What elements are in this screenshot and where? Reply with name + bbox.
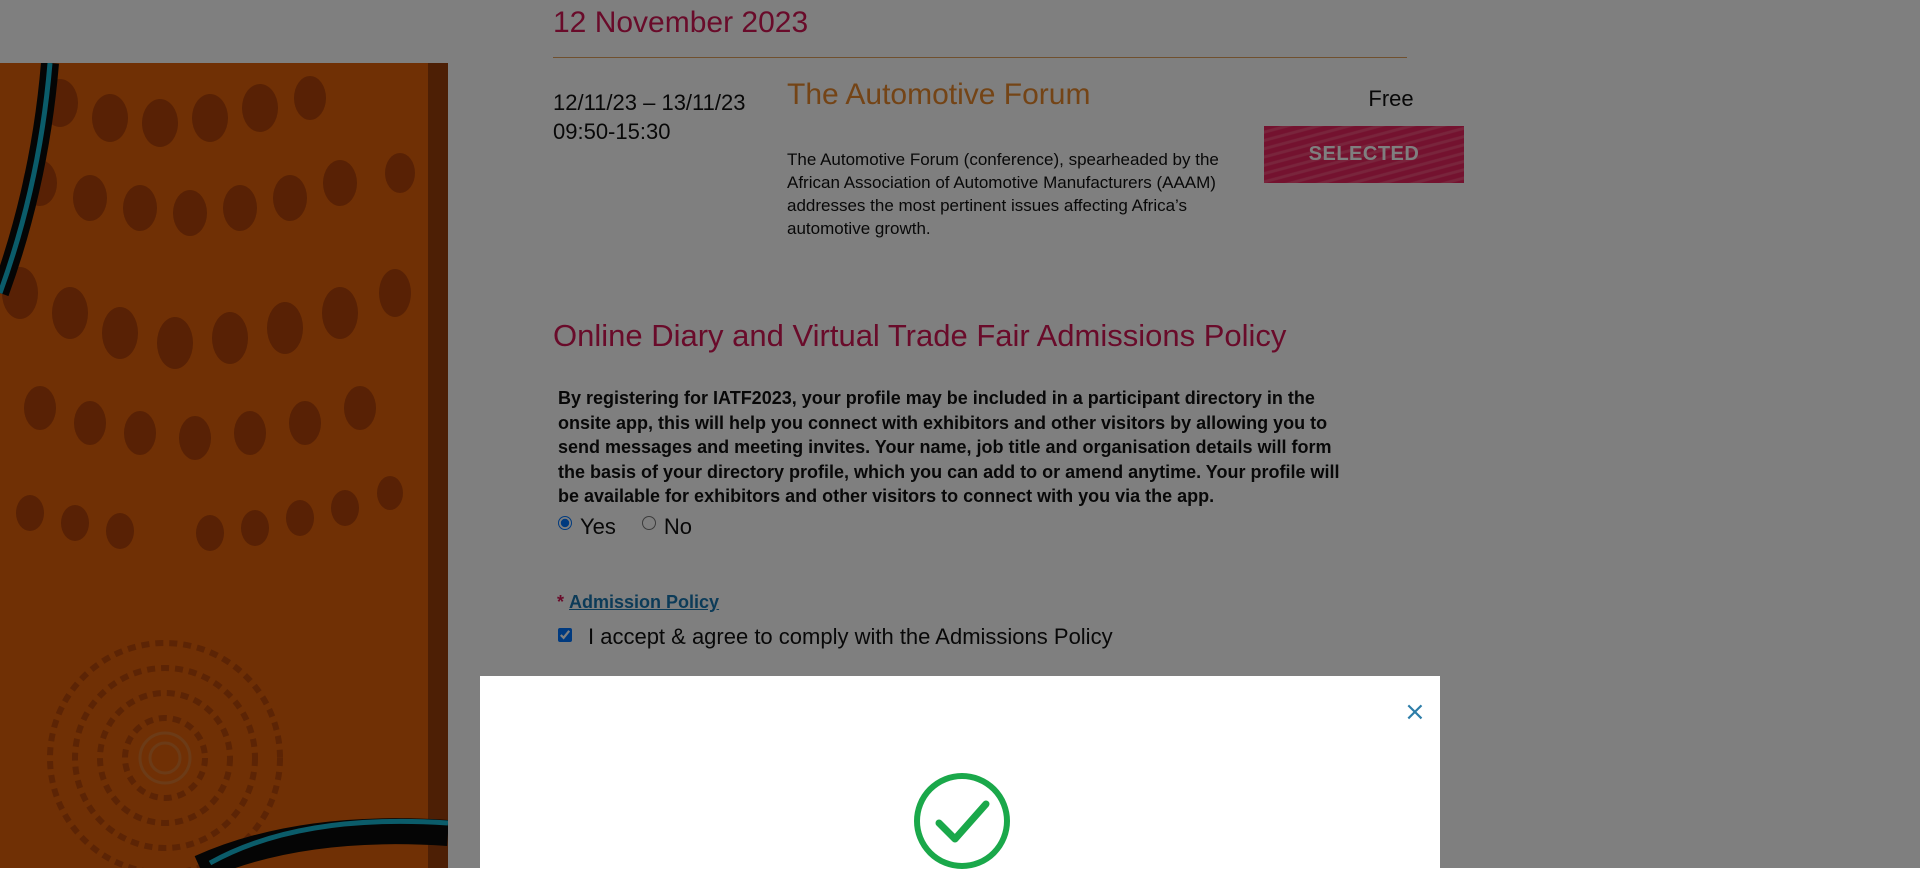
success-modal: × — [480, 676, 1440, 869]
check-circle-icon — [914, 773, 1010, 869]
close-icon[interactable]: × — [1398, 696, 1428, 727]
